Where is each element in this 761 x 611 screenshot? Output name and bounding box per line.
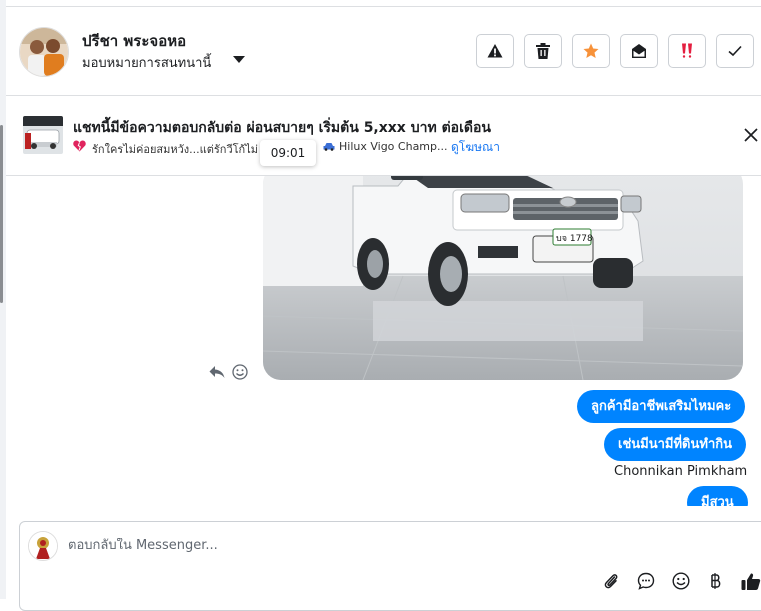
message-photo[interactable]: บจ 1778	[263, 176, 743, 380]
mark-important-button[interactable]	[668, 34, 706, 68]
timestamp-tooltip: 09:01	[260, 140, 316, 166]
reply-icon[interactable]	[209, 365, 225, 379]
emoji-button[interactable]	[670, 570, 692, 592]
baht-icon	[711, 573, 721, 589]
caret-down-icon[interactable]	[233, 56, 245, 63]
mark-done-button[interactable]	[716, 34, 754, 68]
warning-icon	[487, 44, 503, 58]
double-exclamation-icon	[682, 43, 692, 58]
car-icon	[323, 143, 335, 151]
saved-replies-button[interactable]	[635, 570, 657, 592]
message-thread: บจ 1778 ลูกค้ามีอาชีพเสริมไหมคะ เช่นมีนา…	[6, 176, 761, 506]
ad-context-bar: แชทนี้มีข้อความตอบกลับต่อ ผ่อนสบายๆ เริ่…	[6, 96, 761, 176]
conversation-header: ปรีชา พระจอหอ มอบหมายการสนทนานี้	[6, 7, 761, 96]
payment-button[interactable]	[705, 570, 727, 592]
outgoing-message[interactable]: ลูกค้ามีอาชีพเสริมไหมคะ	[577, 390, 746, 423]
ad-thumbnail[interactable]	[23, 116, 63, 154]
view-ad-link[interactable]: ดูโฆษณา	[451, 138, 500, 157]
contact-name[interactable]: ปรีชา พระจอหอ	[82, 29, 186, 53]
star-icon	[583, 43, 599, 58]
like-button[interactable]	[740, 570, 761, 592]
emoji-reaction-icon[interactable]	[232, 364, 248, 380]
car-plate: บจ 1778	[556, 234, 593, 244]
ad-car-text: Hilux Vigo Champ...	[339, 140, 448, 153]
trash-icon	[536, 43, 550, 59]
ad-subtitle-text: รักใครไม่ค่อยสมหวัง...แต่รักวีโก้ไม่	[92, 143, 258, 156]
contact-avatar[interactable]	[19, 27, 69, 77]
envelope-open-icon	[632, 44, 646, 58]
close-icon[interactable]	[744, 128, 758, 142]
thumbs-up-icon	[741, 572, 761, 590]
page-avatar	[28, 531, 58, 561]
outgoing-message[interactable]: มีสวน	[687, 486, 748, 506]
delete-button[interactable]	[524, 34, 562, 68]
reply-input[interactable]	[68, 538, 568, 553]
left-scrollbar[interactable]	[0, 125, 3, 303]
report-button[interactable]	[476, 34, 514, 68]
sender-name: Chonnikan Pimkham	[614, 464, 748, 479]
attach-button[interactable]	[600, 570, 622, 592]
outgoing-message[interactable]: เช่นมีนามีที่ดินทำกิน	[604, 428, 747, 461]
mark-unread-button[interactable]	[620, 34, 658, 68]
assign-conversation-dropdown[interactable]: มอบหมายการสนทนานี้	[82, 52, 211, 73]
broken-heart-icon	[73, 140, 86, 152]
star-button[interactable]	[572, 34, 610, 68]
emoji-icon	[672, 572, 690, 590]
check-icon	[728, 45, 742, 57]
ad-title: แชทนี้มีข้อความตอบกลับต่อ ผ่อนสบายๆ เริ่…	[73, 120, 491, 136]
chat-icon	[637, 572, 655, 590]
reply-composer	[19, 521, 761, 611]
paperclip-icon	[604, 574, 618, 589]
